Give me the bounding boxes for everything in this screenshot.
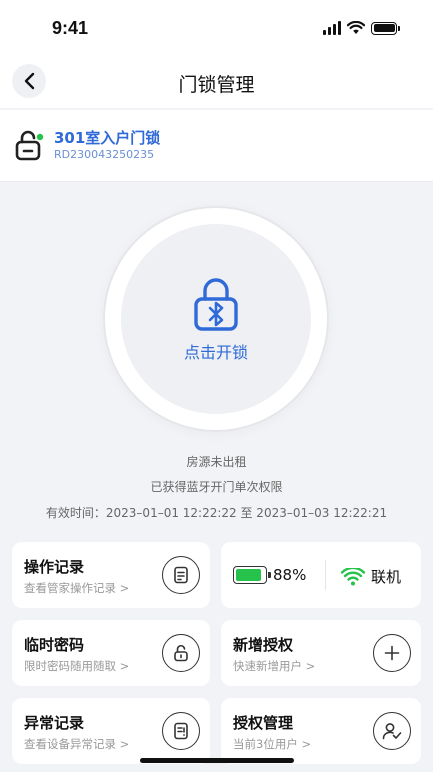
operation-log-sub: 查看管家操作记录 > [24,581,130,595]
document-icon [174,566,188,584]
lock-info-card[interactable]: 301室入户门锁 RD230043250235 [0,110,433,182]
abnormal-log-card[interactable]: 异常记录 查看设备异常记录 > [12,698,210,764]
temp-password-sub: 限时密码随用随取 > [24,659,130,673]
signal-icon [323,21,341,35]
nav-bar: 门锁管理 [0,56,433,108]
battery-status-icon [371,21,400,35]
battery-icon [233,566,271,584]
add-auth-sub: 快速新增用户 > [233,659,316,673]
add-auth-title: 新增授权 [233,636,294,654]
home-indicator [140,758,294,763]
unlock-button[interactable]: 点击开锁 [103,206,329,432]
auth-manage-button[interactable] [373,712,411,750]
auth-manage-card[interactable]: 授权管理 当前3位用户 > [221,698,421,764]
add-auth-button[interactable] [373,634,411,672]
lock-code: RD230043250235 [54,148,155,161]
status-divider [325,560,326,590]
alert-document-icon [174,722,188,740]
online-label: 联机 [371,568,402,586]
unlock-icon [174,644,188,662]
temp-password-title: 临时密码 [24,636,85,654]
add-auth-card[interactable]: 新增授权 快速新增用户 > [221,620,421,686]
user-check-icon [382,723,402,740]
operation-log-title: 操作记录 [24,558,85,576]
wifi-status-icon [347,21,365,34]
abnormal-log-title: 异常记录 [24,714,85,732]
battery-indicator: 88% [233,566,306,584]
permission-text: 已获得蓝牙开门单次权限 [150,480,283,494]
bluetooth-lock-icon [194,278,238,331]
auth-manage-title: 授权管理 [233,714,294,732]
rental-status: 房源未出租 [186,455,247,469]
page-title: 门锁管理 [178,74,255,96]
lock-icon [15,130,44,161]
status-icons [323,20,400,36]
lock-name: 301室入户门锁 [54,129,161,147]
device-status-card: 88% 联机 [221,542,421,608]
status-time: 9:41 [52,18,89,38]
online-dot-icon [36,133,44,141]
status-bar: 9:41 [0,0,433,56]
battery-percent: 88% [273,566,307,584]
wifi-icon [341,567,365,585]
online-indicator: 联机 [341,566,401,587]
abnormal-log-button[interactable] [162,712,200,750]
unlock-button-inner[interactable]: 点击开锁 [121,224,311,414]
temp-password-card[interactable]: 临时密码 限时密码随用随取 > [12,620,210,686]
plus-icon [384,645,400,661]
auth-manage-sub: 当前3位用户 > [233,737,312,751]
operation-log-button[interactable] [162,556,200,594]
temp-password-button[interactable] [162,634,200,672]
unlock-label: 点击开锁 [183,343,248,362]
abnormal-log-sub: 查看设备异常记录 > [24,737,130,751]
battery-fill [236,569,261,581]
validity-time: 有效时间：2023–01–01 12:22:22 至 2023–01–03 12… [45,506,388,520]
operation-log-card[interactable]: 操作记录 查看管家操作记录 > [12,542,210,608]
